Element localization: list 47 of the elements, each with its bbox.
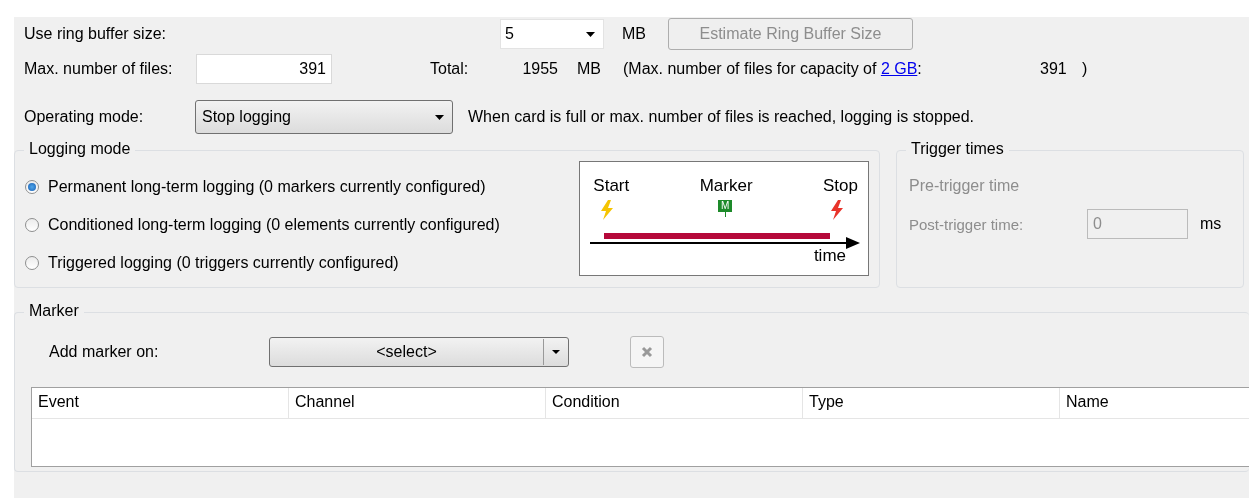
parenthesis: )	[1082, 60, 1088, 78]
field-label: Pre-trigger time	[909, 177, 1021, 195]
radio-button[interactable]	[25, 217, 39, 232]
close-icon	[641, 346, 653, 358]
field-label: Max. number of files:	[24, 60, 174, 78]
capacity-value: 391	[1040, 60, 1068, 78]
column-header[interactable]: Type	[803, 388, 1060, 418]
column-header[interactable]: Event	[32, 388, 289, 418]
column-header[interactable]: Channel	[289, 388, 546, 418]
field-label: Use ring buffer size:	[24, 25, 167, 43]
radio-option[interactable]: Permanent long-term logging (0 markers currently configured)	[25, 175, 580, 198]
radio-option[interactable]: Conditioned long-term logging (0 elements currently configured)	[25, 213, 580, 236]
group-title: Logging mode	[24, 140, 136, 158]
field-label: Operating mode:	[24, 108, 145, 126]
caret-icon	[435, 114, 444, 120]
option-label: Permanent long-term logging (0 markers currently configured)	[48, 177, 486, 196]
capacity-note: (Max. number of files for capacity of 2 GB:	[623, 60, 923, 78]
mode-dropdown[interactable]: Stop logging	[195, 100, 453, 134]
mode-description: When card is full or max. number of files is reached, logging is stopped.	[468, 108, 975, 126]
diagram-label: Stop	[823, 176, 858, 196]
unit-label: MB	[577, 60, 602, 78]
radio-button[interactable]	[25, 179, 39, 194]
axis-label: time	[813, 246, 846, 266]
size-dropdown[interactable]: 5	[500, 19, 604, 49]
radio-button[interactable]	[25, 255, 39, 270]
caret-icon	[552, 350, 560, 354]
field-label: Post-trigger time:	[909, 215, 1025, 233]
option-label: Conditioned long-term logging (0 elements currently configured)	[48, 215, 500, 234]
diagram-label: Start	[593, 176, 630, 196]
lightning-icon	[600, 200, 615, 220]
files-input[interactable]: 391	[196, 54, 332, 84]
unit-label: MB	[622, 25, 647, 43]
unit-label: ms	[1200, 215, 1222, 233]
radio-option[interactable]: Triggered logging (0 triggers currently configured)	[25, 251, 580, 274]
column-header[interactable]: Name	[1060, 388, 1249, 418]
lightning-icon	[830, 200, 844, 220]
caret-icon	[586, 31, 595, 37]
column-header[interactable]: Condition	[546, 388, 803, 418]
field-label: Add marker on:	[48, 343, 160, 361]
marker-dropdown[interactable]: <select>	[269, 337, 569, 367]
group-title: Trigger times	[906, 140, 1009, 158]
capacity-link[interactable]: 2 GB	[880, 60, 918, 77]
total-value: 1955	[521, 60, 558, 78]
total-label: Total:	[430, 60, 470, 78]
marker-flag: M	[718, 200, 733, 217]
option-label: Triggered logging (0 triggers currently configured)	[48, 253, 399, 272]
diagram-label: Marker	[699, 176, 753, 196]
